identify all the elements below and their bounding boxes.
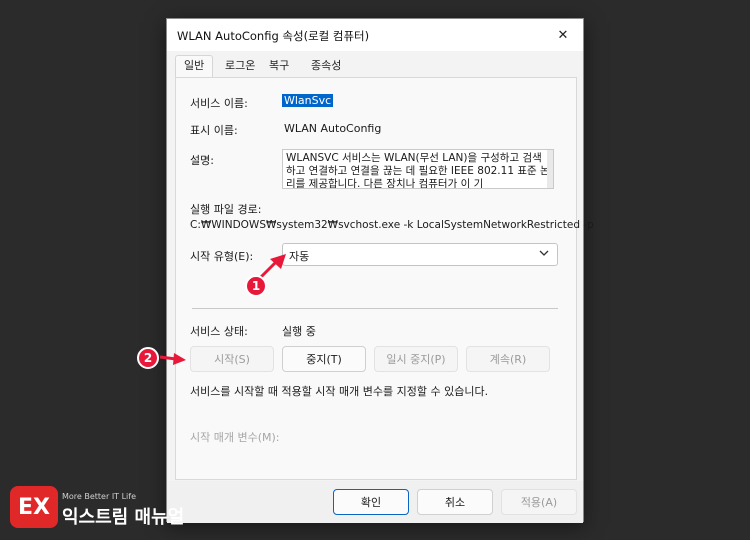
description-scrollbar[interactable]	[547, 150, 553, 188]
tab-dependencies[interactable]: 종속성	[307, 57, 345, 77]
display-name-label: 표시 이름:	[190, 124, 238, 137]
dialog-title: WLAN AutoConfig 속성(로컬 컴퓨터)	[177, 29, 370, 43]
service-name-value[interactable]: WlanSvc	[282, 94, 334, 107]
arrow-2-icon	[159, 353, 186, 365]
description-label: 설명:	[190, 154, 214, 167]
description-text: WLANSVC 서비스는 WLAN(무선 LAN)을 구성하고 검색하고 연결하…	[286, 152, 550, 189]
resume-button[interactable]: 계속(R)	[466, 346, 550, 372]
service-status-label: 서비스 상태:	[190, 325, 248, 338]
apply-button[interactable]: 적용(A)	[501, 489, 577, 515]
dialog-footer: 확인 취소 적용(A)	[167, 481, 583, 523]
title-bar[interactable]: WLAN AutoConfig 속성(로컬 컴퓨터) ✕	[167, 19, 583, 51]
startup-type-label: 시작 유형(E):	[190, 250, 254, 263]
tab-general[interactable]: 일반	[175, 55, 214, 78]
start-params-label: 시작 매개 변수(M):	[190, 431, 280, 444]
tab-recovery[interactable]: 복구	[265, 57, 293, 77]
ok-button[interactable]: 확인	[333, 489, 409, 515]
exe-path-value[interactable]: C:₩WINDOWS₩system32₩svchost.exe -k Local…	[190, 219, 594, 231]
exe-path-label: 실행 파일 경로:	[190, 203, 262, 216]
startup-type-dropdown[interactable]: 자동	[282, 243, 558, 266]
stop-button[interactable]: 중지(T)	[282, 346, 366, 372]
start-params-hint: 서비스를 시작할 때 적용할 시작 매개 변수를 지정할 수 있습니다.	[190, 385, 489, 398]
annotation-marker-2: 2	[137, 347, 159, 369]
cancel-button[interactable]: 취소	[417, 489, 493, 515]
pause-button[interactable]: 일시 중지(P)	[374, 346, 458, 372]
general-tab-panel: 서비스 이름: WlanSvc 표시 이름: WLAN AutoConfig 설…	[175, 77, 594, 480]
close-icon[interactable]: ✕	[543, 19, 583, 51]
startup-type-selected: 자동	[289, 250, 310, 263]
brand-name: 익스트림 매뉴얼	[62, 507, 185, 528]
display-name-value[interactable]: WLAN AutoConfig	[284, 122, 381, 135]
annotation-marker-1: 1	[245, 275, 267, 297]
tab-logon[interactable]: 로그온	[221, 57, 259, 77]
brand-logo: EX	[10, 486, 58, 528]
service-properties-dialog: WLAN AutoConfig 속성(로컬 컴퓨터) ✕ 일반 로그온 복구 종…	[166, 18, 594, 523]
chevron-down-icon	[539, 250, 549, 256]
service-name-label: 서비스 이름:	[190, 97, 248, 110]
section-divider	[192, 308, 558, 309]
start-button[interactable]: 시작(S)	[190, 346, 274, 372]
description-box[interactable]: WLANSVC 서비스는 WLAN(무선 LAN)을 구성하고 검색하고 연결하…	[282, 149, 554, 189]
service-status-value: 실행 중	[282, 325, 316, 338]
brand-tagline: More Better IT Life	[62, 492, 137, 501]
